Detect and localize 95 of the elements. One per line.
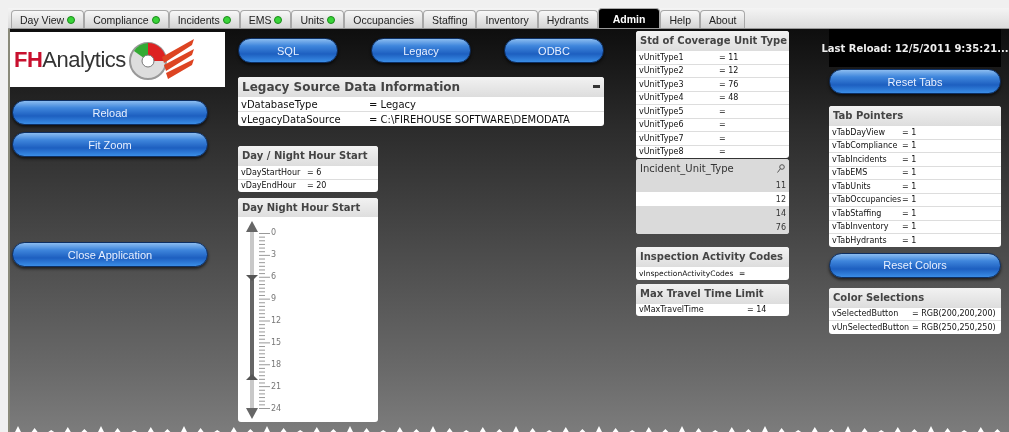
variable-value: = 1 — [902, 181, 917, 191]
variable-name: vUnSelectedButton — [832, 322, 911, 332]
variable-name: vTabUnits — [832, 181, 872, 191]
variable-value: = 1 — [902, 195, 917, 205]
tick-label: 24 — [271, 405, 282, 413]
reload-button[interactable]: Reload — [12, 100, 208, 125]
fit-zoom-button[interactable]: Fit Zoom — [12, 132, 208, 157]
tick-label: 12 — [271, 317, 282, 325]
tick-label: 9 — [271, 295, 277, 303]
variable-name: vUnitType5 — [639, 106, 685, 116]
variable-value: = — [719, 133, 726, 143]
list-item[interactable]: 76 — [636, 220, 789, 234]
variable-value: = 1 — [902, 208, 917, 218]
panel-title: Color Selections — [833, 291, 925, 303]
variable-value: = 14 — [747, 305, 767, 315]
source-button[interactable]: SQL — [238, 38, 338, 63]
variable-name: vUnitType8 — [639, 147, 685, 157]
variable-value: = 1 — [902, 222, 917, 232]
close-application-button[interactable]: Close Application — [12, 242, 208, 267]
variable-name: vUnitType2 — [639, 66, 685, 76]
list-item[interactable]: 12 — [636, 192, 789, 206]
panel-title: Max Travel Time Limit — [640, 287, 764, 299]
variable-name: vTabDayView — [832, 127, 887, 137]
variable-value: = 20 — [307, 181, 327, 191]
variable-value: = — [719, 147, 726, 157]
tab[interactable]: Day View — [11, 10, 85, 28]
variable-name: vLegacyDataSource — [241, 113, 342, 125]
variable-value: = 76 — [719, 79, 739, 89]
variable-name: vTabCompliance — [832, 141, 899, 151]
down-arrow-icon[interactable] — [246, 408, 258, 419]
variable-value: = 12 — [719, 66, 739, 76]
variable-name: vDatabaseType — [241, 98, 319, 110]
tab[interactable]: Help — [660, 10, 700, 28]
up-arrow-icon[interactable] — [246, 221, 258, 232]
variable-value: = 1 — [902, 168, 917, 178]
tick-label: 15 — [271, 339, 282, 347]
variable-name: vTabStaffing — [832, 208, 883, 218]
source-button[interactable]: Legacy — [371, 38, 471, 63]
variable-value: = — [719, 106, 726, 116]
variable-name: vMaxTravelTime — [639, 305, 705, 315]
variable-value: = 48 — [719, 93, 739, 103]
variable-name: vTabIncidents — [832, 154, 888, 164]
variable-value: = — [719, 120, 726, 130]
tab[interactable]: Occupancies — [344, 10, 424, 28]
variable-value: = Legacy — [369, 98, 416, 110]
variable-value: = 1 — [902, 141, 917, 151]
variable-name: vSelectedButton — [832, 309, 900, 319]
tab[interactable]: About — [700, 10, 746, 28]
variable-value: = C:\FIREHOUSE SOFTWARE\DEMODATA — [369, 113, 570, 125]
last-reload-text: Last Reload: 12/5/2011 9:35:21... — [821, 42, 1009, 54]
panel-title: Legacy Source Data Information — [242, 79, 461, 94]
slider-thumb[interactable] — [246, 373, 258, 380]
variable-name: vTabEMS — [832, 168, 869, 178]
panel-title: Std of Coverage Unit Type — [640, 35, 787, 46]
variable-value: = 1 — [902, 235, 917, 245]
variable-name: vTabOccupancies — [832, 195, 902, 205]
variable-name: vDayEndHour — [241, 181, 297, 191]
variable-name: vUnitType4 — [639, 93, 685, 103]
panel-title: Inspection Activity Codes — [640, 251, 784, 262]
reset-colors-button[interactable]: Reset Colors — [829, 252, 1001, 278]
variable-name: vUnitType7 — [639, 133, 685, 143]
tick-label: 6 — [271, 273, 277, 281]
tick-label: 18 — [271, 361, 282, 369]
reset-tabs-button[interactable]: Reset Tabs — [829, 69, 1001, 94]
tab[interactable]: Inventory — [476, 10, 538, 28]
source-button[interactable]: ODBC — [504, 38, 604, 63]
variable-name: vUnitType1 — [639, 52, 685, 62]
variable-value: = RGB(250,250,250) — [912, 322, 996, 332]
panel-title: Incident_Unit_Type — [640, 163, 734, 174]
variable-value: = RGB(200,200,200) — [912, 309, 996, 319]
variable-name: vUnitType3 — [639, 79, 685, 89]
variable-name: vTabInventory — [832, 222, 890, 232]
panel-title: Tab Pointers — [833, 110, 904, 121]
variable-value: = 1 — [902, 127, 917, 137]
tab[interactable]: Staffing — [423, 10, 477, 28]
tab[interactable]: Incidents — [168, 10, 240, 28]
tick-label: 3 — [271, 251, 277, 259]
tab[interactable]: EMS — [239, 10, 292, 28]
tick-label: 0 — [271, 229, 277, 237]
tab[interactable]: Units — [291, 10, 345, 28]
slider-thumb[interactable] — [246, 275, 258, 281]
panel-title: Day Night Hour Start — [242, 202, 361, 213]
tick-label: 21 — [271, 383, 282, 391]
tab[interactable]: Admin — [597, 8, 661, 28]
variable-name: vDayStartHour — [241, 167, 302, 177]
variable-value: = 11 — [719, 52, 739, 62]
logo-text: FHAnalytics — [14, 46, 126, 73]
variable-name: vTabHydrants — [832, 235, 888, 245]
variable-name: vUnitType6 — [639, 120, 685, 130]
tab[interactable]: Compliance — [84, 10, 169, 28]
tab[interactable]: Hydrants — [537, 10, 598, 28]
variable-value: = 6 — [307, 167, 322, 177]
variable-value: = 1 — [902, 154, 917, 164]
search-icon[interactable] — [777, 164, 785, 173]
panel-title: Day / Night Hour Start — [242, 150, 368, 161]
